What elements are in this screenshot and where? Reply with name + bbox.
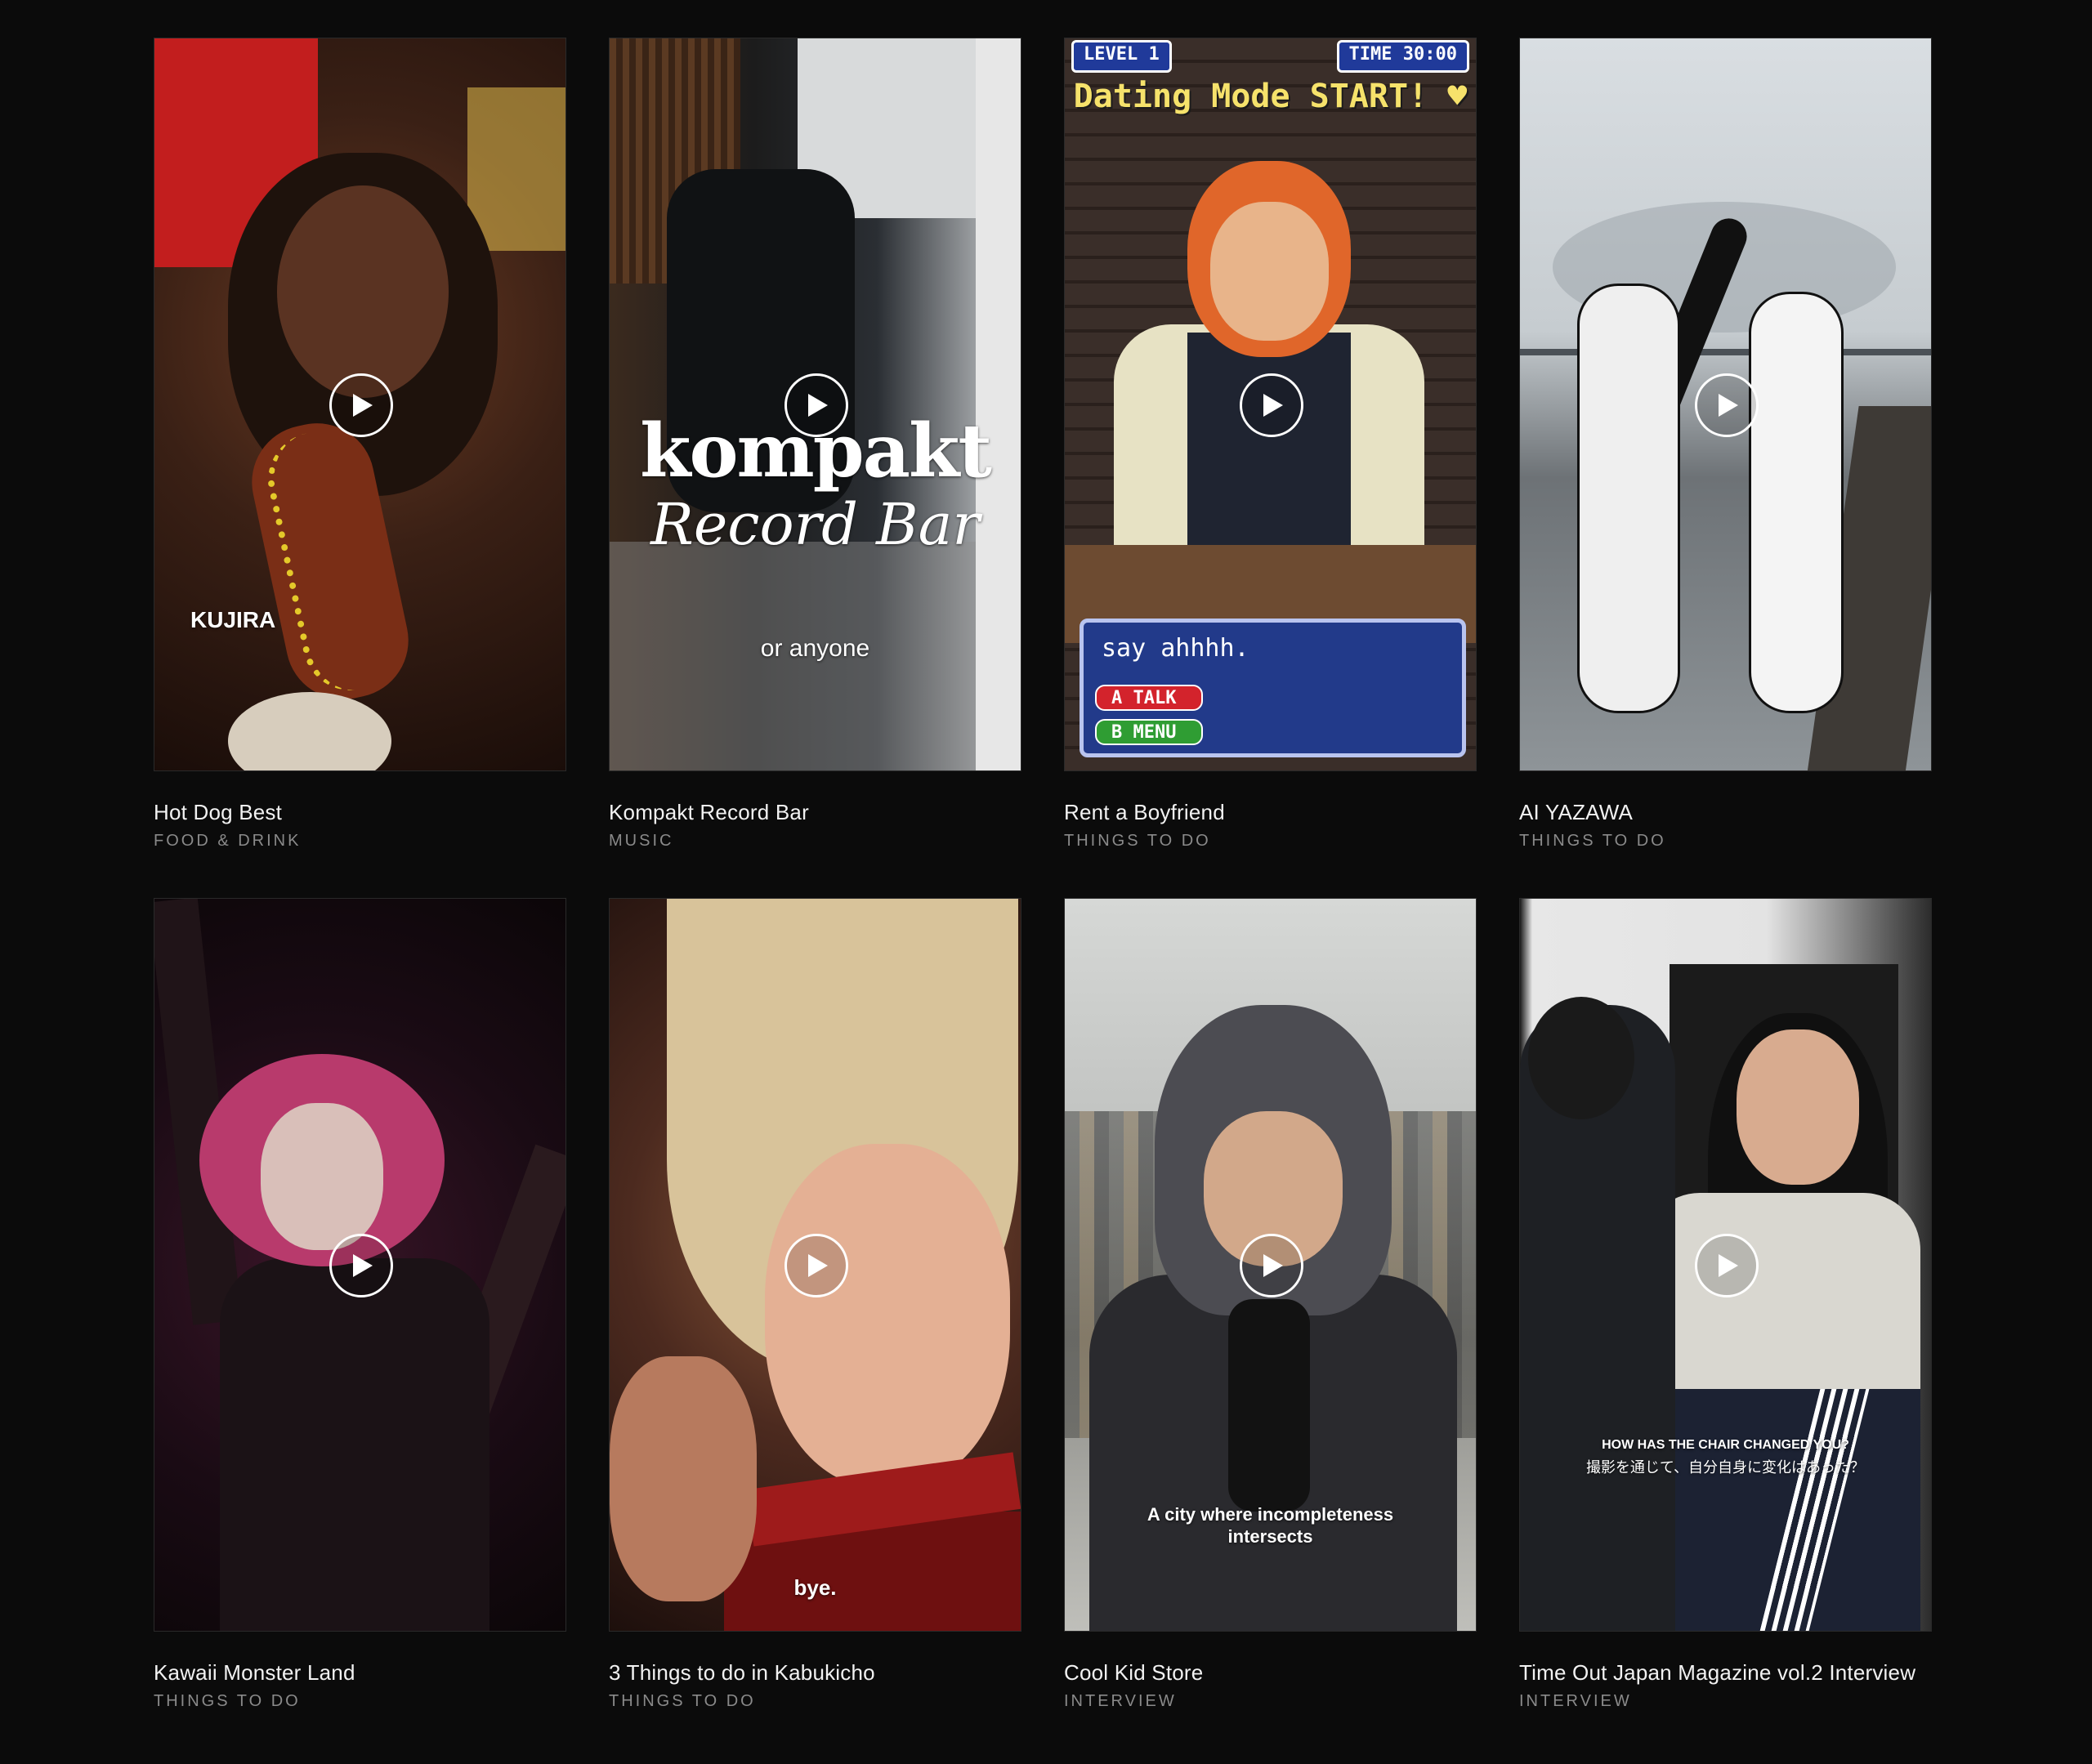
card-category: THINGS TO DO (609, 1692, 756, 1710)
talk-option: A TALK (1095, 685, 1203, 711)
video-thumbnail[interactable] (1519, 38, 1932, 771)
card-title[interactable]: Cool Kid Store (1064, 1656, 1477, 1689)
video-thumbnail[interactable]: LEVEL 1 TIME 30:00 Dating Mode START! ♥ … (1064, 38, 1477, 771)
card-category: THINGS TO DO (1519, 832, 1666, 850)
card-category: INTERVIEW (1519, 1692, 1632, 1710)
dialog-text: say ahhhh. (1102, 634, 1249, 663)
time-badge: TIME 30:00 (1336, 40, 1469, 73)
menu-option: B MENU (1095, 719, 1203, 745)
card-title[interactable]: Hot Dog Best (154, 796, 566, 828)
video-thumbnail[interactable]: kompakt Record Bar or anyone (609, 38, 1021, 771)
card-title[interactable]: Kawaii Monster Land (154, 1656, 566, 1689)
video-card-kompakt-record-bar[interactable]: kompakt Record Bar or anyone Kompakt Rec… (609, 38, 1021, 851)
card-title[interactable]: Time Out Japan Magazine vol.2 Interview (1519, 1656, 1932, 1689)
play-icon[interactable] (329, 373, 393, 437)
card-title[interactable]: Rent a Boyfriend (1064, 796, 1477, 828)
video-thumbnail[interactable]: bye. (609, 898, 1021, 1632)
play-icon[interactable] (1694, 1234, 1759, 1297)
play-icon[interactable] (784, 373, 848, 437)
card-category: THINGS TO DO (154, 1692, 301, 1710)
video-card-kawaii-monster-land[interactable]: Kawaii Monster Land THINGS TO DO (154, 898, 566, 1711)
card-title[interactable]: Kompakt Record Bar (609, 796, 1021, 828)
dialog-box: say ahhhh. A TALK B MENU (1080, 619, 1466, 757)
card-title[interactable]: AI YAZAWA (1519, 796, 1932, 828)
video-thumbnail[interactable]: A city where incompleteness intersects (1064, 898, 1477, 1632)
overlay-text: KUJIRA (190, 607, 276, 632)
overlay-caption-en: HOW HAS THE CHAIR CHANGED YOU? (1602, 1438, 1849, 1452)
overlay-caption: or anyone (760, 635, 870, 662)
overlay-caption-jp: 撮影を通じて、自分自身に変化はあった？ (1585, 1459, 1866, 1476)
video-card-time-out-japan-magazine[interactable]: HOW HAS THE CHAIR CHANGED YOU? 撮影を通じて、自分… (1519, 898, 1932, 1711)
card-category: FOOD & DRINK (154, 832, 302, 850)
game-title: Dating Mode START! ♥ (1073, 78, 1468, 115)
play-icon[interactable] (1239, 373, 1303, 437)
play-icon[interactable] (784, 1234, 848, 1297)
card-category: MUSIC (609, 832, 674, 850)
video-grid: KUJIRA Hot Dog Best FOOD & DRINK kompakt… (154, 38, 1932, 1711)
card-category: THINGS TO DO (1064, 832, 1211, 850)
video-thumbnail[interactable]: HOW HAS THE CHAIR CHANGED YOU? 撮影を通じて、自分… (1519, 898, 1932, 1632)
card-title[interactable]: 3 Things to do in Kabukicho (609, 1656, 1021, 1689)
overlay-subword: Record Bar (650, 491, 980, 558)
video-card-rent-a-boyfriend[interactable]: LEVEL 1 TIME 30:00 Dating Mode START! ♥ … (1064, 38, 1477, 851)
play-icon[interactable] (329, 1234, 393, 1297)
video-card-kabukicho[interactable]: bye. 3 Things to do in Kabukicho THINGS … (609, 898, 1021, 1711)
level-badge: LEVEL 1 (1071, 40, 1172, 73)
play-icon[interactable] (1239, 1234, 1303, 1297)
video-card-hot-dog-best[interactable]: KUJIRA Hot Dog Best FOOD & DRINK (154, 38, 566, 851)
video-card-cool-kid-store[interactable]: A city where incompleteness intersects C… (1064, 898, 1477, 1711)
video-card-ai-yazawa[interactable]: AI YAZAWA THINGS TO DO (1519, 38, 1932, 851)
video-thumbnail[interactable] (154, 898, 566, 1632)
video-thumbnail[interactable]: KUJIRA (154, 38, 566, 771)
play-icon[interactable] (1694, 373, 1759, 437)
overlay-caption: A city where incompleteness intersects (1147, 1504, 1394, 1547)
card-category: INTERVIEW (1064, 1692, 1177, 1710)
overlay-caption: bye. (793, 1575, 837, 1600)
game-hud: LEVEL 1 TIME 30:00 (1071, 40, 1469, 73)
